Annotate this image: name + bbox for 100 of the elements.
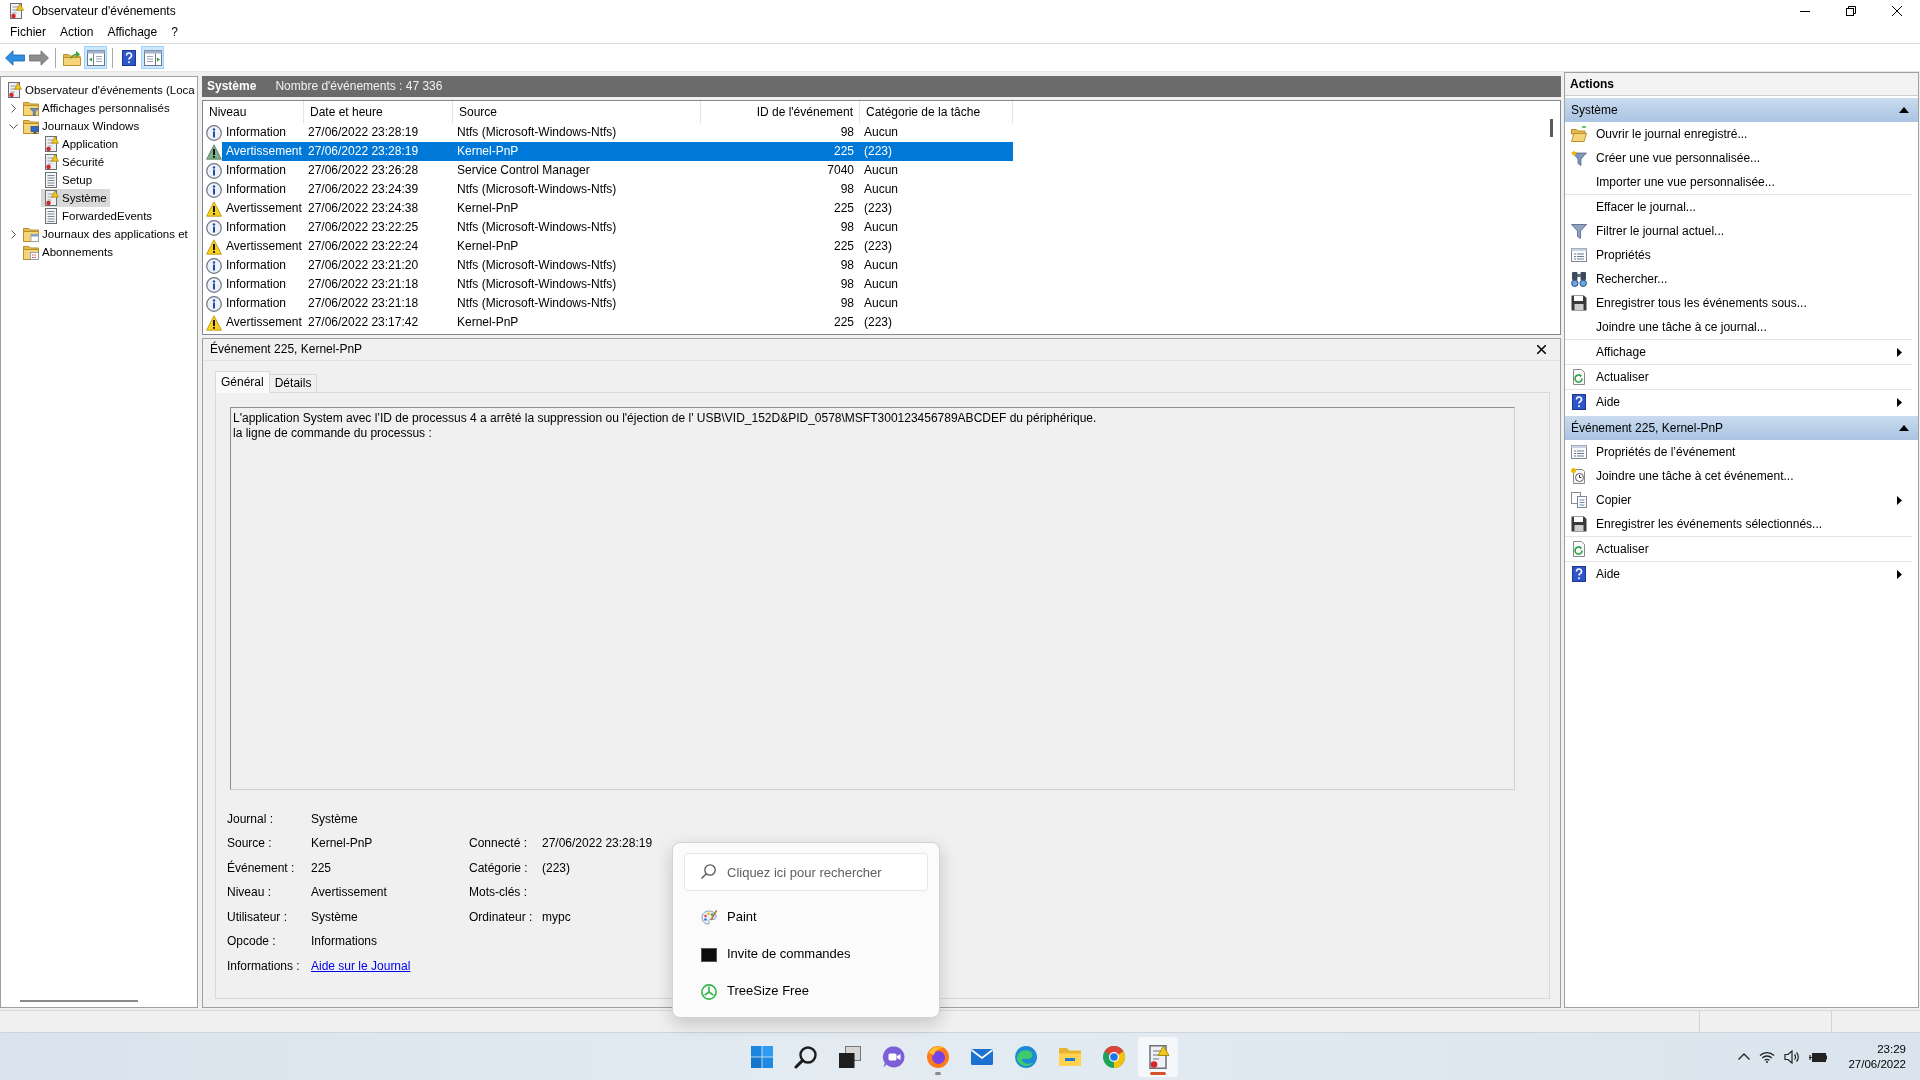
command-link[interactable]: Copier bbox=[1565, 488, 1912, 512]
menu-item[interactable]: Affichage bbox=[101, 22, 164, 43]
chevron-up-icon[interactable] bbox=[1738, 1053, 1751, 1060]
tree-item[interactable]: Affichages personnalisés bbox=[21, 99, 173, 117]
section-header[interactable]: Système bbox=[1565, 98, 1918, 122]
tree-item[interactable]: Sécurité bbox=[41, 153, 108, 171]
command-link[interactable]: Actualiser bbox=[1565, 537, 1912, 561]
terminal-icon bbox=[701, 946, 717, 963]
event-row[interactable]: Information 27/06/2022 23:26:28 Service Control Manager 7040 Aucun bbox=[203, 161, 1013, 180]
field-label: Opcode : bbox=[227, 934, 276, 950]
command-link[interactable]: Importer une vue personnalisée... bbox=[1565, 170, 1912, 194]
info-icon bbox=[206, 295, 222, 312]
command-link[interactable]: Rechercher... bbox=[1565, 267, 1912, 291]
command-link[interactable]: Ouvrir le journal enregistré... bbox=[1565, 122, 1912, 146]
event-row[interactable]: Information 27/06/2022 23:21:18 Ntfs (Microsoft-Windows-Ntfs) 98 Aucun bbox=[203, 294, 1013, 313]
field-value: Avertissement bbox=[311, 885, 387, 901]
field-label: Ordinateur : bbox=[469, 909, 533, 925]
tree-item[interactable]: Journaux Windows bbox=[21, 117, 143, 135]
info-icon bbox=[206, 219, 222, 236]
tree-item[interactable]: Abonnements bbox=[21, 243, 116, 261]
field-value: Système bbox=[311, 909, 358, 925]
command-link[interactable]: Affichage bbox=[1565, 340, 1912, 364]
field-value: Kernel-PnP bbox=[311, 836, 373, 852]
restore-icon[interactable] bbox=[1846, 6, 1856, 16]
table-cell-text: Aucun bbox=[863, 219, 900, 236]
command-link[interactable]: Enregistrer les événements sélectionnés... bbox=[1565, 512, 1912, 536]
search-result[interactable]: Paint bbox=[684, 899, 928, 936]
search-result[interactable]: TreeSize Free bbox=[684, 973, 928, 1010]
tree-item[interactable]: Journaux des applications et bbox=[21, 225, 191, 243]
menu-item[interactable]: Fichier bbox=[4, 22, 52, 43]
menu-item[interactable]: Action bbox=[54, 22, 100, 43]
menu-item[interactable]: ? bbox=[165, 22, 184, 43]
event-row[interactable]: Avertissement 27/06/2022 23:17:42 Kernel-PnP 225 (223) bbox=[203, 313, 1013, 332]
fox-globe-icon bbox=[926, 1044, 950, 1069]
close-icon[interactable] bbox=[1537, 345, 1546, 354]
event-row[interactable]: Information 27/06/2022 23:28:19 Ntfs (Microsoft-Windows-Ntfs) 98 Aucun bbox=[203, 123, 1013, 142]
event-row[interactable]: Avertissement 27/06/2022 23:22:24 Kernel-PnP 225 (223) bbox=[203, 237, 1013, 256]
command-link[interactable]: Propriétés de l’événement bbox=[1565, 440, 1912, 464]
command-link[interactable]: Joindre une tâche à cet événement... bbox=[1565, 464, 1912, 488]
table-cell-text: Avertissement bbox=[225, 314, 303, 331]
command-link[interactable]: Actualiser bbox=[1565, 365, 1912, 389]
log-warning-icon bbox=[43, 154, 59, 170]
tree-item[interactable]: Système bbox=[41, 189, 110, 207]
command-link[interactable]: Aide bbox=[1565, 562, 1912, 586]
command-link[interactable]: Joindre une tâche à ce journal... bbox=[1565, 315, 1912, 339]
tree-item[interactable]: ForwardedEvents bbox=[41, 207, 156, 225]
caret-up-icon[interactable] bbox=[1899, 107, 1909, 113]
tree-item[interactable]: Setup bbox=[41, 171, 96, 189]
tree-item[interactable]: Application bbox=[41, 135, 122, 153]
command-link[interactable]: Enregistrer tous les événements sous... bbox=[1565, 291, 1912, 315]
help-link[interactable]: Aide sur le Journal bbox=[311, 958, 411, 973]
command-link[interactable]: Effacer le journal... bbox=[1565, 195, 1912, 219]
field-label: Informations : bbox=[227, 958, 300, 974]
scrollbar-thumb[interactable] bbox=[20, 1000, 138, 1002]
field-label: Niveau : bbox=[227, 885, 272, 901]
table-cell-text: 27/06/2022 23:24:39 bbox=[307, 181, 420, 198]
chevron-right-icon[interactable] bbox=[10, 103, 16, 113]
table-cell-text: 27/06/2022 23:24:38 bbox=[307, 200, 420, 217]
event-row[interactable]: Information 27/06/2022 23:21:18 Ntfs (Microsoft-Windows-Ntfs) 98 Aucun bbox=[203, 275, 1013, 294]
chevron-right-icon[interactable] bbox=[10, 229, 16, 239]
info-icon bbox=[206, 276, 222, 293]
warning-icon bbox=[206, 314, 222, 331]
tree-item[interactable]: Observateur d'événements (Loca bbox=[4, 81, 197, 99]
section-header[interactable]: Événement 225, Kernel-PnP bbox=[1565, 416, 1918, 440]
field-label: Événement : bbox=[227, 860, 295, 876]
table-cell-text: Kernel-PnP bbox=[456, 238, 520, 255]
table-cell-text: Information bbox=[225, 257, 288, 274]
battery-icon[interactable] bbox=[1809, 1050, 1828, 1063]
table-cell-text: Aucun bbox=[863, 276, 900, 293]
minimize-icon[interactable] bbox=[1800, 10, 1810, 12]
chevron-down-icon[interactable] bbox=[8, 123, 18, 129]
video-chat-icon bbox=[882, 1044, 906, 1069]
event-log-icon bbox=[8, 3, 24, 19]
wifi-icon[interactable] bbox=[1759, 1050, 1776, 1063]
pane-title: Événement 225, Kernel-PnP bbox=[210, 342, 363, 357]
tab[interactable]: Général bbox=[215, 371, 270, 393]
event-count: Nombre d'événements : 47 336 bbox=[275, 79, 443, 94]
volume-icon[interactable] bbox=[1784, 1049, 1801, 1064]
close-icon[interactable] bbox=[1892, 6, 1902, 16]
command-link[interactable]: Propriétés bbox=[1565, 243, 1912, 267]
command-link[interactable]: Créer une vue personnalisée... bbox=[1565, 146, 1912, 170]
event-row[interactable]: Information 27/06/2022 23:24:39 Ntfs (Microsoft-Windows-Ntfs) 98 Aucun bbox=[203, 180, 1013, 199]
event-row[interactable]: Avertissement 27/06/2022 23:24:38 Kernel-PnP 225 (223) bbox=[203, 199, 1013, 218]
command-link[interactable]: Aide bbox=[1565, 390, 1912, 414]
action-pane-button[interactable] bbox=[141, 46, 164, 69]
search-result[interactable]: Invite de commandes bbox=[684, 936, 928, 973]
caret-up-icon[interactable] bbox=[1899, 425, 1909, 431]
clock[interactable]: 23:29 27/06/2022 bbox=[1848, 1041, 1906, 1072]
event-row[interactable]: Avertissement 27/06/2022 23:28:19 Kernel-PnP 225 (223) bbox=[203, 142, 1013, 161]
event-row[interactable]: Information 27/06/2022 23:22:25 Ntfs (Microsoft-Windows-Ntfs) 98 Aucun bbox=[203, 218, 1013, 237]
action-pane-icon bbox=[143, 49, 162, 66]
pane-title: Actions bbox=[1570, 76, 1614, 92]
table-cell-text: Ntfs (Microsoft-Windows-Ntfs) bbox=[456, 276, 618, 293]
binoculars-icon bbox=[1571, 271, 1587, 287]
command-link[interactable]: Filtrer le journal actuel... bbox=[1565, 219, 1912, 243]
search-field[interactable]: Cliquez ici pour rechercher bbox=[684, 853, 928, 891]
scrollbar-thumb[interactable] bbox=[1550, 119, 1553, 137]
event-row[interactable]: Information 27/06/2022 23:21:20 Ntfs (Microsoft-Windows-Ntfs) 98 Aucun bbox=[203, 256, 1013, 275]
table-cell: Kernel-PnP bbox=[453, 142, 701, 161]
console-tree-button[interactable] bbox=[84, 46, 107, 69]
